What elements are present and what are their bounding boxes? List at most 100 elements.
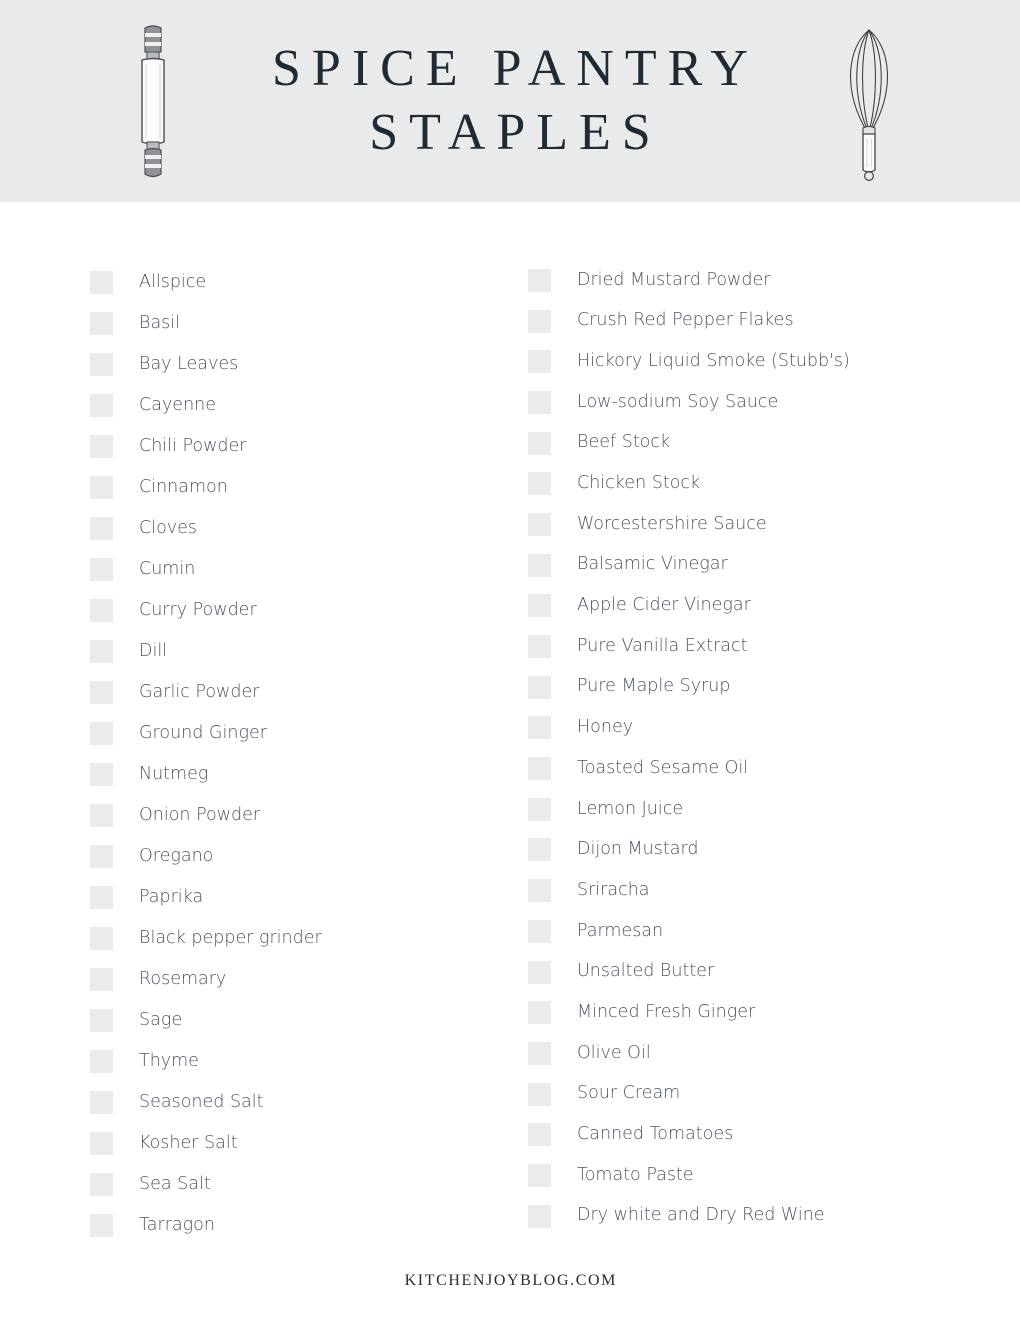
checklist-item[interactable]: Seasoned Salt <box>90 1082 510 1123</box>
checkbox-icon[interactable] <box>528 1041 551 1065</box>
checklist-item[interactable]: Beef Stock <box>528 423 968 464</box>
checklist-item[interactable]: Paprika <box>90 877 510 918</box>
checklist-item[interactable]: Apple Cider Vinegar <box>528 586 968 627</box>
checklist-item[interactable]: Olive Oil <box>528 1033 968 1074</box>
checklist-item[interactable]: Basil <box>90 303 510 344</box>
checkbox-icon[interactable] <box>90 476 113 499</box>
checkbox-icon[interactable] <box>90 845 113 868</box>
checkbox-icon[interactable] <box>90 1214 113 1237</box>
checkbox-icon[interactable] <box>90 968 113 991</box>
checkbox-icon[interactable] <box>528 512 551 536</box>
checkbox-icon[interactable] <box>528 675 551 699</box>
checklist-item[interactable]: Sriracha <box>528 870 968 911</box>
checkbox-icon[interactable] <box>90 681 113 704</box>
checklist-item[interactable]: Cloves <box>90 508 510 549</box>
checkbox-icon[interactable] <box>90 927 113 950</box>
checklist-item[interactable]: Low-sodium Soy Sauce <box>528 382 968 423</box>
checklist-item[interactable]: Tarragon <box>90 1205 510 1246</box>
checkbox-icon[interactable] <box>90 1050 113 1073</box>
checkbox-icon[interactable] <box>528 1204 551 1228</box>
checklist-item[interactable]: Dill <box>90 631 510 672</box>
checkbox-icon[interactable] <box>528 635 551 659</box>
footer-site-url: KITCHENJOYBLOG.COM <box>404 1272 617 1289</box>
checklist-item[interactable]: Sour Cream <box>528 1074 968 1115</box>
checkbox-icon[interactable] <box>528 1082 551 1106</box>
checkbox-icon[interactable] <box>90 640 113 663</box>
checklist-item[interactable]: Nutmeg <box>90 754 510 795</box>
checklist-item[interactable]: Cayenne <box>90 385 510 426</box>
checklist-item[interactable]: Dried Mustard Powder <box>528 260 968 301</box>
checklist-item[interactable]: Balsamic Vinegar <box>528 545 968 586</box>
checkbox-icon[interactable] <box>90 722 113 745</box>
checklist-item[interactable]: Parmesan <box>528 911 968 952</box>
checklist-item[interactable]: Unsalted Butter <box>528 952 968 993</box>
checkbox-icon[interactable] <box>528 919 551 943</box>
checkbox-icon[interactable] <box>90 1132 113 1155</box>
checkbox-icon[interactable] <box>90 312 113 335</box>
checklist-item[interactable]: Cinnamon <box>90 467 510 508</box>
checkbox-icon[interactable] <box>528 1001 551 1025</box>
checkbox-icon[interactable] <box>528 716 551 740</box>
checklist-item[interactable]: Lemon Juice <box>528 789 968 830</box>
checklist-item[interactable]: Pure Vanilla Extract <box>528 626 968 667</box>
checkbox-icon[interactable] <box>90 804 113 827</box>
checkbox-icon[interactable] <box>90 763 113 786</box>
checkbox-icon[interactable] <box>528 553 551 577</box>
checkbox-icon[interactable] <box>528 309 551 333</box>
checkbox-icon[interactable] <box>528 594 551 618</box>
checkbox-icon[interactable] <box>528 268 551 292</box>
checklist-item[interactable]: Oregano <box>90 836 510 877</box>
checkbox-icon[interactable] <box>528 431 551 455</box>
checklist-item[interactable]: Ground Ginger <box>90 713 510 754</box>
checklist-item[interactable]: Minced Fresh Ginger <box>528 992 968 1033</box>
checklist-item[interactable]: Onion Powder <box>90 795 510 836</box>
checklist-item-label: Dried Mustard Powder <box>577 269 771 290</box>
checkbox-icon[interactable] <box>90 1091 113 1114</box>
checkbox-icon[interactable] <box>528 472 551 496</box>
checkbox-icon[interactable] <box>528 879 551 903</box>
page-title-line-1: SPICE PANTRY <box>272 40 759 97</box>
checklist-item[interactable]: Honey <box>528 708 968 749</box>
checklist-item[interactable]: Dry white and Dry Red Wine <box>528 1196 968 1237</box>
checklist-item[interactable]: Chili Powder <box>90 426 510 467</box>
checkbox-icon[interactable] <box>90 1173 113 1196</box>
checklist-item[interactable]: Pure Maple Syrup <box>528 667 968 708</box>
checklist-item[interactable]: Garlic Powder <box>90 672 510 713</box>
checklist-item[interactable]: Tomato Paste <box>528 1155 968 1196</box>
checklist-item[interactable]: Curry Powder <box>90 590 510 631</box>
checklist-item[interactable]: Cumin <box>90 549 510 590</box>
checklist-item[interactable]: Sage <box>90 1000 510 1041</box>
checklist-item[interactable]: Black pepper grinder <box>90 918 510 959</box>
checkbox-icon[interactable] <box>528 797 551 821</box>
checkbox-icon[interactable] <box>528 960 551 984</box>
checklist-item[interactable]: Sea Salt <box>90 1164 510 1205</box>
checkbox-icon[interactable] <box>90 271 113 294</box>
checkbox-icon[interactable] <box>528 1123 551 1147</box>
checklist-item[interactable]: Worcestershire Sauce <box>528 504 968 545</box>
checkbox-icon[interactable] <box>90 435 113 458</box>
checklist-item[interactable]: Rosemary <box>90 959 510 1000</box>
checkbox-icon[interactable] <box>90 517 113 540</box>
checklist-item[interactable]: Kosher Salt <box>90 1123 510 1164</box>
checklist-item[interactable]: Canned Tomatoes <box>528 1114 968 1155</box>
checkbox-icon[interactable] <box>90 353 113 376</box>
checklist-item[interactable]: Hickory Liquid Smoke (Stubb's) <box>528 341 968 382</box>
checkbox-icon[interactable] <box>528 390 551 414</box>
checklist-item[interactable]: Allspice <box>90 262 510 303</box>
checkbox-icon[interactable] <box>528 1163 551 1187</box>
checklist-item[interactable]: Chicken Stock <box>528 463 968 504</box>
checkbox-icon[interactable] <box>90 394 113 417</box>
checklist-item-label: Canned Tomatoes <box>577 1124 734 1145</box>
checklist-item[interactable]: Bay Leaves <box>90 344 510 385</box>
checklist-item[interactable]: Toasted Sesame Oil <box>528 748 968 789</box>
checkbox-icon[interactable] <box>90 599 113 622</box>
checkbox-icon[interactable] <box>528 757 551 781</box>
checkbox-icon[interactable] <box>528 350 551 374</box>
checklist-item[interactable]: Dijon Mustard <box>528 830 968 871</box>
checklist-item[interactable]: Thyme <box>90 1041 510 1082</box>
checkbox-icon[interactable] <box>90 558 113 581</box>
checkbox-icon[interactable] <box>90 1009 113 1032</box>
checkbox-icon[interactable] <box>90 886 113 909</box>
checkbox-icon[interactable] <box>528 838 551 862</box>
checklist-item[interactable]: Crush Red Pepper Flakes <box>528 301 968 342</box>
